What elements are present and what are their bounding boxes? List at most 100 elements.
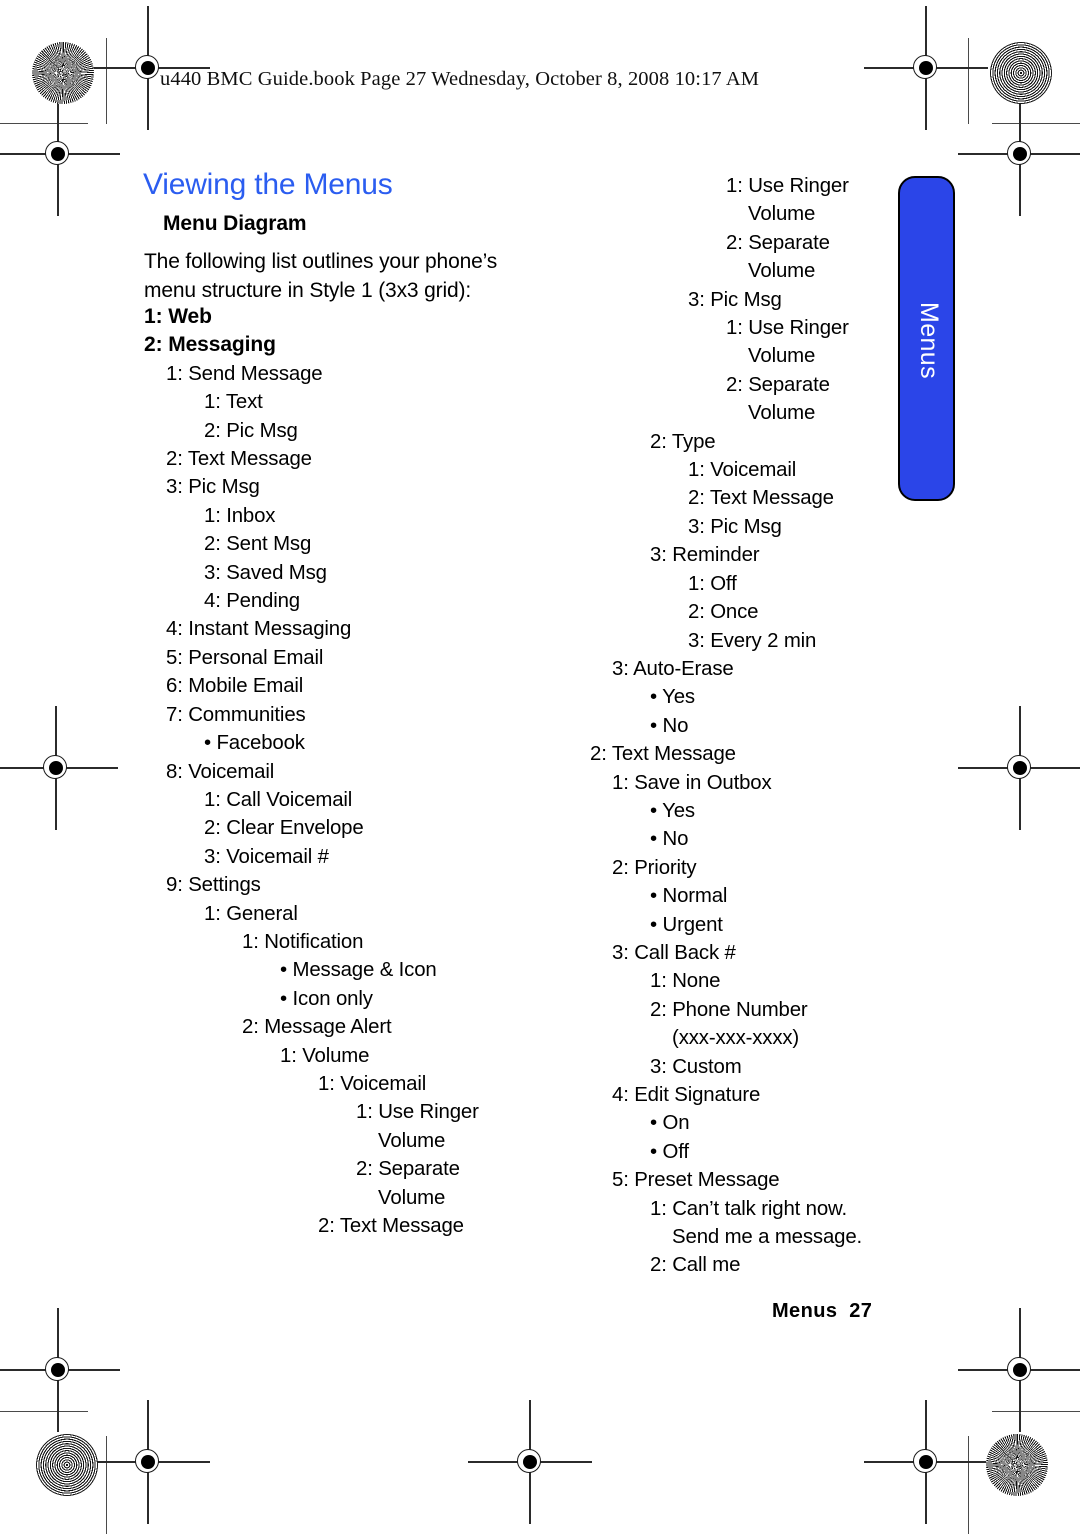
starburst-calibration-target-bottom-right xyxy=(986,1434,1048,1496)
menu-diagram-entry: 1: None xyxy=(650,970,721,993)
intro-paragraph: The following list outlines your phone’s… xyxy=(144,250,498,302)
menu-diagram-entry: Volume xyxy=(356,1129,446,1152)
registration-dot xyxy=(523,1455,537,1469)
menu-diagram-entry: 3: Pic Msg xyxy=(688,515,782,538)
menu-diagram-entry: • Yes xyxy=(650,686,695,709)
menu-diagram-entry: • Urgent xyxy=(650,913,723,936)
menu-diagram-entry: 2: Phone Number xyxy=(650,998,808,1021)
menu-diagram-entry: Volume xyxy=(726,203,816,226)
menu-diagram-entry: • No xyxy=(650,828,689,851)
trim-rule-bottom-left-horizontal xyxy=(0,1411,88,1413)
menu-diagram-entry: • Message & Icon xyxy=(280,959,437,982)
trim-rule-top-right-horizontal xyxy=(992,123,1080,125)
menu-diagram-entry: 1: Can’t talk right now. xyxy=(650,1197,848,1220)
registration-mark-middle-right xyxy=(958,706,1080,830)
menu-diagram-entry: 4: Edit Signature xyxy=(612,1084,761,1106)
moire-calibration-target-top-right xyxy=(990,42,1052,104)
registration-dot xyxy=(919,61,933,75)
trim-rule-top-right-vertical xyxy=(968,38,970,124)
menu-diagram-entry: 1: Notification xyxy=(242,930,364,953)
menu-diagram-entry: 3: Every 2 min xyxy=(688,629,817,652)
menu-diagram-entry: • Facebook xyxy=(204,732,305,755)
menu-diagram-entry: 2: Text Message xyxy=(318,1215,464,1237)
trim-rule-bottom-right-vertical xyxy=(968,1436,970,1534)
trim-rule-left-upper xyxy=(0,123,88,125)
trim-rule-bottom-left-vertical xyxy=(106,1436,108,1534)
menu-diagram-entry: • Off xyxy=(650,1140,689,1163)
menu-diagram-entry: 3: Reminder xyxy=(650,544,760,567)
menu-diagram-entry: 5: Preset Message xyxy=(612,1169,780,1192)
menu-diagram-entry: 2: Separate xyxy=(726,231,830,254)
registration-mark-bottom-right xyxy=(864,1400,988,1524)
registration-dot xyxy=(1013,147,1027,161)
menu-diagram-entry: 5: Personal Email xyxy=(166,646,324,669)
menu-diagram-entry: 3: Saved Msg xyxy=(204,561,327,584)
moire-calibration-target-bottom-left xyxy=(36,1434,98,1496)
menu-diagram-entry: 4: Instant Messaging xyxy=(166,618,352,641)
menu-diagram-entry: 3: Call Back # xyxy=(612,941,736,964)
thumb-tab-label: Menus xyxy=(915,301,943,380)
trim-rule-bottom-right-horizontal xyxy=(992,1411,1080,1413)
menu-diagram-entry: 1: Web xyxy=(144,305,212,328)
menu-diagram-entry: 1: General xyxy=(204,902,298,925)
registration-mark-bottom-left xyxy=(86,1400,210,1524)
registration-dot xyxy=(919,1455,933,1469)
menu-diagram-entry: 2: Text Message xyxy=(688,487,834,510)
menu-diagram-entry: 2: Sent Msg xyxy=(204,533,312,556)
trim-rule-top-left-vertical xyxy=(106,38,108,124)
menu-diagram-entry: 1: Voicemail xyxy=(688,459,797,482)
menu-diagram-entry: Volume xyxy=(726,260,816,283)
registration-mark-upper-right-inner xyxy=(958,92,1080,216)
menu-diagram-entry: • Yes xyxy=(650,799,695,822)
registration-dot xyxy=(49,761,63,775)
registration-mark-middle-left xyxy=(0,706,118,830)
menu-diagram-entry: 3: Pic Msg xyxy=(166,476,260,499)
menu-diagram-entry: Volume xyxy=(356,1186,446,1209)
registration-mark-top-right xyxy=(864,6,988,130)
running-header: u440 BMC Guide.book Page 27 Wednesday, O… xyxy=(160,68,760,90)
menu-diagram-entry: • Normal xyxy=(650,885,728,908)
menu-diagram-entry: • No xyxy=(650,714,689,737)
menu-diagram-entry: Send me a message. xyxy=(650,1226,863,1249)
menu-diagram-entry: 1: Voicemail xyxy=(318,1072,427,1095)
registration-dot xyxy=(141,1455,155,1469)
registration-mark-lower-left-inner xyxy=(0,1308,120,1432)
menu-diagram-entry: 1: Text xyxy=(204,391,263,414)
menu-diagram-entry: 1: Use Ringer xyxy=(726,317,849,340)
page-title: Viewing the Menus xyxy=(143,168,393,201)
menu-diagram-entry: 3: Custom xyxy=(650,1055,742,1078)
menu-diagram-entry: Volume xyxy=(726,345,816,368)
menu-diagram-entry: 2: Messaging xyxy=(144,333,276,357)
menu-diagram-entry: 1: Off xyxy=(688,572,737,595)
page-folio: Menus 27 xyxy=(772,1300,873,1322)
starburst-calibration-target-top-left xyxy=(32,42,94,104)
menu-diagram-entry: • On xyxy=(650,1112,690,1135)
menu-diagram-entry: 2: Priority xyxy=(612,856,697,879)
menu-diagram-entry: (xxx-xxx-xxxx) xyxy=(650,1027,800,1050)
menu-diagram-entry: 2: Separate xyxy=(356,1158,460,1181)
menu-diagram-entry: 3: Auto-Erase xyxy=(612,657,734,680)
menu-diagram-entry: 2: Text Message xyxy=(166,448,312,471)
menu-diagram-entry: 2: Text Message xyxy=(590,743,736,766)
menu-diagram-entry: 2: Separate xyxy=(726,373,830,396)
registration-mark-bottom-center xyxy=(468,1400,592,1524)
menu-diagram-entry: 4: Pending xyxy=(204,590,301,613)
registration-mark-upper-left-inner xyxy=(0,92,120,216)
menu-diagram-entry: 8: Voicemail xyxy=(166,760,275,783)
menu-diagram-entry: 6: Mobile Email xyxy=(166,675,304,698)
registration-dot xyxy=(51,147,65,161)
menu-diagram-entry: 2: Once xyxy=(688,601,759,624)
menu-diagram-entry: 2: Message Alert xyxy=(242,1016,392,1039)
menu-diagram-entry: 3: Voicemail # xyxy=(204,845,329,868)
menu-diagram-entry: Volume xyxy=(726,402,816,425)
registration-dot xyxy=(1013,1363,1027,1377)
menu-diagram-entry: 9: Settings xyxy=(166,874,261,897)
menu-diagram-entry: 1: Save in Outbox xyxy=(612,771,772,794)
registration-dot xyxy=(1013,761,1027,775)
menu-diagram-entry: 1: Volume xyxy=(280,1044,370,1067)
menu-diagram-entry: 1: Use Ringer xyxy=(726,175,849,197)
registration-dot xyxy=(141,61,155,75)
menu-diagram-entry: 2: Type xyxy=(650,430,716,453)
thumb-tab-menus: Menus xyxy=(898,176,955,501)
menu-diagram-entry: 7: Communities xyxy=(166,703,306,726)
